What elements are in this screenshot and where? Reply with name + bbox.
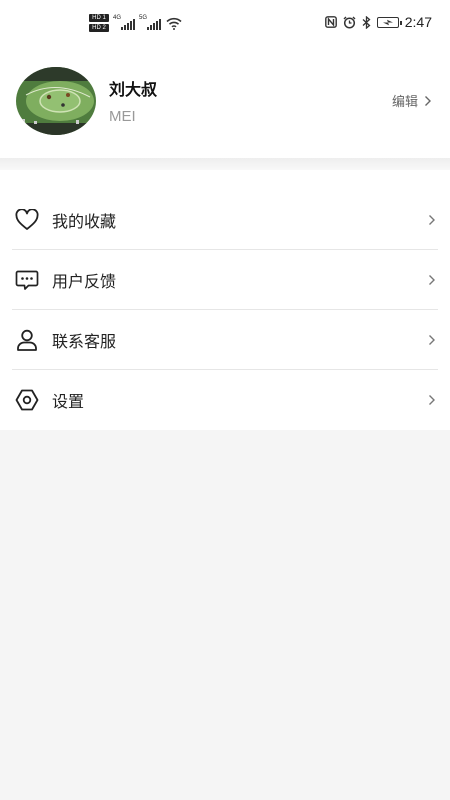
bluetooth-icon [362,15,371,29]
battery-icon [376,16,402,28]
chevron-right-icon [429,335,435,345]
menu-item-label: 我的收藏 [52,212,117,231]
clock-time: 2:47 [404,14,432,30]
menu-item-customer-service[interactable]: 联系客服 [0,310,450,370]
wifi-icon [166,17,182,30]
alarm-icon [343,16,356,29]
menu-item-favorites[interactable]: 我的收藏 [0,190,450,250]
feedback-icon [14,267,40,293]
status-bar: HD 1 HD 2 4G 5G 2:47 [0,0,450,48]
signal-2-type: 5G [139,15,148,21]
menu-item-label: 设置 [52,392,85,411]
profile-card: 刘大叔 MEI 编辑 [0,48,450,158]
charging-bolt-icon [382,19,393,25]
status-right: 2:47 [324,14,432,30]
signal-1-icon: 4G [113,15,135,30]
menu-item-settings[interactable]: 设置 [0,370,450,430]
chevron-right-icon [429,275,435,285]
signal-1-type: 4G [113,15,122,21]
settings-icon [14,387,40,413]
profile-name: 刘大叔 [109,80,158,99]
menu-item-feedback[interactable]: 用户反馈 [0,250,450,310]
profile-subname: MEI [109,108,136,125]
chevron-right-icon [429,215,435,225]
heart-icon [14,207,40,233]
chevron-right-icon [425,95,431,106]
avatar-image [16,67,96,135]
signal-2-icon: 5G [139,15,161,30]
edit-profile-button[interactable]: 编辑 [392,91,432,110]
menu-item-label: 联系客服 [52,332,117,351]
avatar[interactable] [16,67,96,135]
hd-badge-2: HD 2 [89,24,109,32]
section-divider [0,158,450,170]
user-icon [14,327,40,353]
hd-badge-1: HD 1 [89,14,109,22]
nfc-icon [324,16,337,28]
chevron-right-icon [429,395,435,405]
menu-list: 我的收藏 用户反馈 联系客服 设置 [0,170,450,430]
menu-item-label: 用户反馈 [52,272,117,291]
status-left: HD 1 HD 2 4G 5G [89,14,182,32]
hd-indicators: HD 1 HD 2 [89,14,109,32]
edit-label: 编辑 [391,95,418,110]
